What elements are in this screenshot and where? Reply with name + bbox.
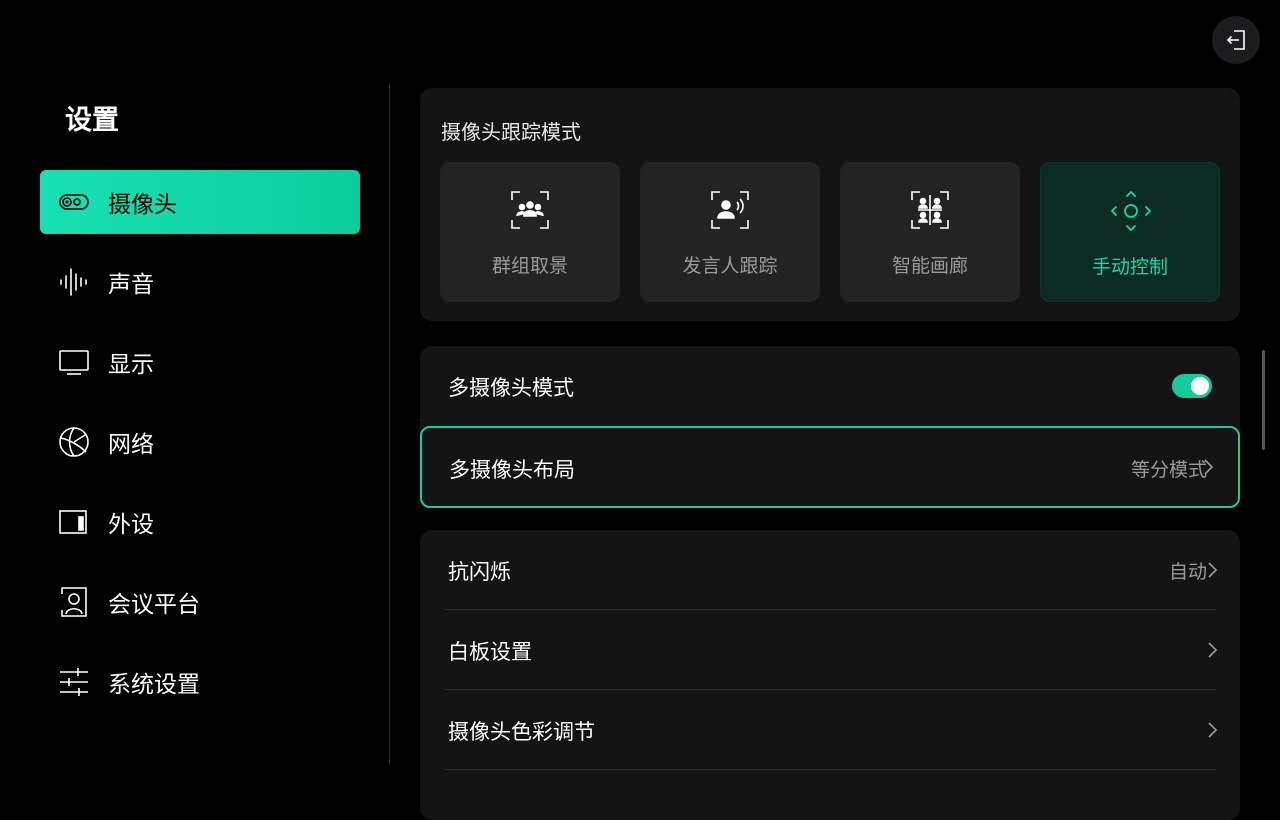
scrollbar[interactable] [1262, 350, 1265, 450]
peripheral-icon [58, 506, 90, 538]
chevron-right-icon [1208, 722, 1218, 738]
sidebar-item-label: 外设 [108, 512, 154, 538]
sidebar-item-network[interactable]: 网络 [40, 410, 360, 474]
mode-card-speaker-tracking[interactable]: 发言人跟踪 [640, 162, 820, 302]
manual-control-icon [1111, 191, 1151, 231]
sidebar-item-sound[interactable]: 声音 [40, 250, 360, 314]
anti-flicker-label: 抗闪烁 [448, 560, 511, 584]
smart-gallery-icon [911, 191, 949, 229]
whiteboard-settings-label: 白板设置 [448, 640, 532, 664]
sidebar-item-display[interactable]: 显示 [40, 330, 360, 394]
sidebar-item-label: 会议平台 [108, 592, 200, 618]
exit-icon [1226, 30, 1245, 50]
anti-flicker-row[interactable]: 抗闪烁 自动 [420, 530, 1240, 610]
mode-label: 发言人跟踪 [682, 255, 778, 277]
sidebar-divider [389, 84, 390, 764]
multi-camera-layout-value: 等分模式 [1130, 459, 1207, 481]
tracking-mode-panel: 摄像头跟踪模式 群组取景 发言人跟踪 智能画廊 手动控制 [420, 88, 1240, 321]
mode-label: 智能画廊 [891, 255, 968, 277]
mode-label: 群组取景 [491, 255, 568, 277]
sidebar-item-system-settings[interactable]: 系统设置 [40, 650, 360, 714]
speaker-tracking-icon [711, 191, 749, 229]
meeting-platform-icon [58, 586, 90, 618]
exit-button[interactable] [1212, 16, 1260, 64]
mode-card-smart-gallery[interactable]: 智能画廊 [840, 162, 1020, 302]
camera-icon [58, 186, 90, 218]
toggle-knob [1191, 377, 1209, 395]
sidebar-item-meeting-platform[interactable]: 会议平台 [40, 570, 360, 634]
anti-flicker-value: 自动 [1168, 561, 1207, 583]
camera-color-adjust-row[interactable]: 摄像头色彩调节 [420, 690, 1240, 770]
sidebar-item-label: 摄像头 [108, 192, 177, 218]
chevron-right-icon [1208, 562, 1218, 578]
monitor-icon [58, 346, 90, 378]
row-divider [444, 769, 1216, 770]
multi-camera-layout-label: 多摄像头布局 [449, 458, 575, 482]
mode-card-manual-control[interactable]: 手动控制 [1040, 162, 1220, 302]
multi-camera-mode-toggle[interactable] [1172, 374, 1212, 398]
group-framing-icon [511, 191, 549, 229]
sidebar-item-label: 声音 [108, 272, 154, 298]
sidebar-item-peripherals[interactable]: 外设 [40, 490, 360, 554]
camera-options-panel: 抗闪烁 自动 白板设置 摄像头色彩调节 [420, 530, 1240, 820]
multi-camera-layout-row[interactable]: 多摄像头布局 等分模式 [420, 426, 1240, 508]
sidebar-item-label: 显示 [108, 352, 154, 378]
sliders-icon [58, 666, 90, 698]
tracking-mode-title: 摄像头跟踪模式 [441, 120, 581, 144]
sidebar-item-label: 网络 [108, 432, 154, 458]
sound-wave-icon [58, 266, 90, 298]
sidebar-title: 设置 [65, 105, 119, 136]
chevron-right-icon [1208, 642, 1218, 658]
mode-label: 手动控制 [1091, 256, 1168, 278]
chevron-right-icon [1204, 459, 1214, 475]
mode-card-group-framing[interactable]: 群组取景 [440, 162, 620, 302]
whiteboard-settings-row[interactable]: 白板设置 [420, 610, 1240, 690]
globe-icon [58, 426, 90, 458]
multi-camera-mode-label: 多摄像头模式 [448, 376, 574, 400]
camera-color-adjust-label: 摄像头色彩调节 [448, 720, 595, 744]
sidebar-item-camera[interactable]: 摄像头 [40, 170, 360, 234]
sidebar-item-label: 系统设置 [108, 672, 200, 698]
